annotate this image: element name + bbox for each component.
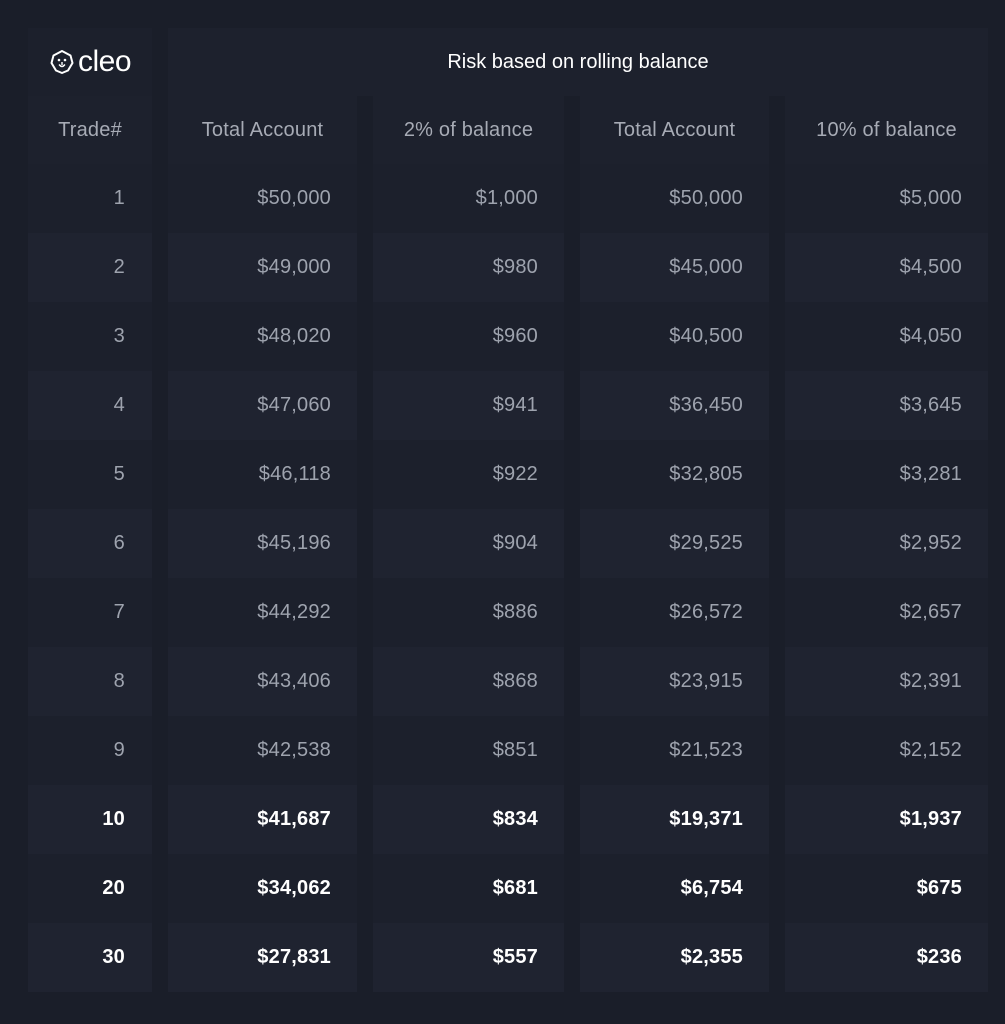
table-cell: $4,500 xyxy=(785,233,988,302)
table-cell: $27,831 xyxy=(168,923,357,992)
table-cell: $868 xyxy=(373,647,564,716)
table-cell: $43,406 xyxy=(168,647,357,716)
table-title: Risk based on rolling balance xyxy=(168,28,988,96)
column-header: Total Account xyxy=(580,96,769,164)
table-cell: $40,500 xyxy=(580,302,769,371)
trade-number-cell: 1 xyxy=(28,164,152,233)
table-cell: $26,572 xyxy=(580,578,769,647)
table-cell: $557 xyxy=(373,923,564,992)
table-cell: $6,754 xyxy=(580,854,769,923)
trade-number-cell: 7 xyxy=(28,578,152,647)
table-cell: $236 xyxy=(785,923,988,992)
column-header: Total Account xyxy=(168,96,357,164)
trade-number-cell: 30 xyxy=(28,923,152,992)
table-cell: $2,355 xyxy=(580,923,769,992)
table-cell: $681 xyxy=(373,854,564,923)
table-cell: $46,118 xyxy=(168,440,357,509)
trade-number-cell: 3 xyxy=(28,302,152,371)
table-cell: $834 xyxy=(373,785,564,854)
table-cell: $3,281 xyxy=(785,440,988,509)
table-cell: $42,538 xyxy=(168,716,357,785)
table-cell: $4,050 xyxy=(785,302,988,371)
table-cell: $2,391 xyxy=(785,647,988,716)
table-cell: $1,000 xyxy=(373,164,564,233)
table-cell: $886 xyxy=(373,578,564,647)
table-cell: $980 xyxy=(373,233,564,302)
table-cell: $44,292 xyxy=(168,578,357,647)
column-header: 10% of balance xyxy=(785,96,988,164)
logo-cell: cleo xyxy=(28,28,152,96)
table-cell: $19,371 xyxy=(580,785,769,854)
trade-number-cell: 5 xyxy=(28,440,152,509)
table-cell: $48,020 xyxy=(168,302,357,371)
risk-table: cleo Risk based on rolling balance Trade… xyxy=(28,28,988,994)
table-cell: $50,000 xyxy=(168,164,357,233)
table-cell: $29,525 xyxy=(580,509,769,578)
table-cell: $2,152 xyxy=(785,716,988,785)
table-cell: $922 xyxy=(373,440,564,509)
table-cell: $50,000 xyxy=(580,164,769,233)
trade-number-cell: 4 xyxy=(28,371,152,440)
table-cell: $960 xyxy=(373,302,564,371)
trade-number-cell: 9 xyxy=(28,716,152,785)
column-header: 2% of balance xyxy=(373,96,564,164)
table-cell: $49,000 xyxy=(168,233,357,302)
table-cell: $904 xyxy=(373,509,564,578)
trade-number-cell: 2 xyxy=(28,233,152,302)
table-cell: $23,915 xyxy=(580,647,769,716)
table-cell: $45,196 xyxy=(168,509,357,578)
table-cell: $32,805 xyxy=(580,440,769,509)
trade-number-cell: 10 xyxy=(28,785,152,854)
table-cell: $2,657 xyxy=(785,578,988,647)
table-cell: $21,523 xyxy=(580,716,769,785)
table-cell: $36,450 xyxy=(580,371,769,440)
table-cell: $47,060 xyxy=(168,371,357,440)
table-cell: $1,937 xyxy=(785,785,988,854)
lion-head-icon xyxy=(50,50,74,74)
table-cell: $2,952 xyxy=(785,509,988,578)
table-cell: $34,062 xyxy=(168,854,357,923)
table-cell: $675 xyxy=(785,854,988,923)
cleo-logo: cleo xyxy=(49,45,132,79)
table-cell: $3,645 xyxy=(785,371,988,440)
table-cell: $941 xyxy=(373,371,564,440)
trade-number-cell: 6 xyxy=(28,509,152,578)
column-header: Trade# xyxy=(28,96,152,164)
table-cell: $5,000 xyxy=(785,164,988,233)
table-cell: $41,687 xyxy=(168,785,357,854)
trade-number-cell: 8 xyxy=(28,647,152,716)
trade-number-cell: 20 xyxy=(28,854,152,923)
logo-text: cleo xyxy=(77,45,132,78)
table-cell: $851 xyxy=(373,716,564,785)
table-cell: $45,000 xyxy=(580,233,769,302)
